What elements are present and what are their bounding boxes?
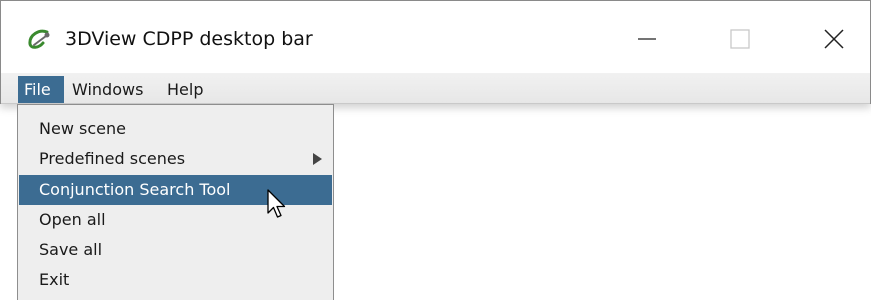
minimize-icon [638,38,656,40]
maximize-icon [730,29,750,49]
title-bar[interactable]: 3DView CDPP desktop bar [1,1,870,73]
maximize-button[interactable] [709,19,769,59]
menu-item-label: Conjunction Search Tool [39,180,231,199]
menu-windows[interactable]: Windows [68,76,147,103]
menu-file[interactable]: File [18,76,64,103]
desktop-screen: 3DView CDPP desktop bar File Windows Hel… [0,0,871,300]
menu-item-label: Open all [39,210,106,229]
menu-item-label: Exit [39,270,70,289]
3dview-app-icon[interactable] [25,29,53,51]
window-title: 3DView CDPP desktop bar [65,28,313,50]
submenu-arrow-icon [313,153,322,165]
menu-item-predefined-scenes[interactable]: Predefined scenes [19,144,332,174]
menu-item-new-scene[interactable]: New scene [19,114,332,144]
minimize-button[interactable] [617,19,677,59]
close-icon [824,29,844,49]
menu-item-exit[interactable]: Exit [19,265,332,295]
menu-item-label: Predefined scenes [39,149,186,168]
arrow-pointer-icon [267,189,286,218]
app-window: 3DView CDPP desktop bar File Windows Hel… [0,0,871,104]
menu-help[interactable]: Help [163,76,207,103]
menu-item-label: Save all [39,240,103,259]
menu-item-label: New scene [39,119,126,138]
close-button[interactable] [804,19,864,59]
menu-item-save-all[interactable]: Save all [19,235,332,265]
menu-bar: File Windows Help [1,73,870,104]
